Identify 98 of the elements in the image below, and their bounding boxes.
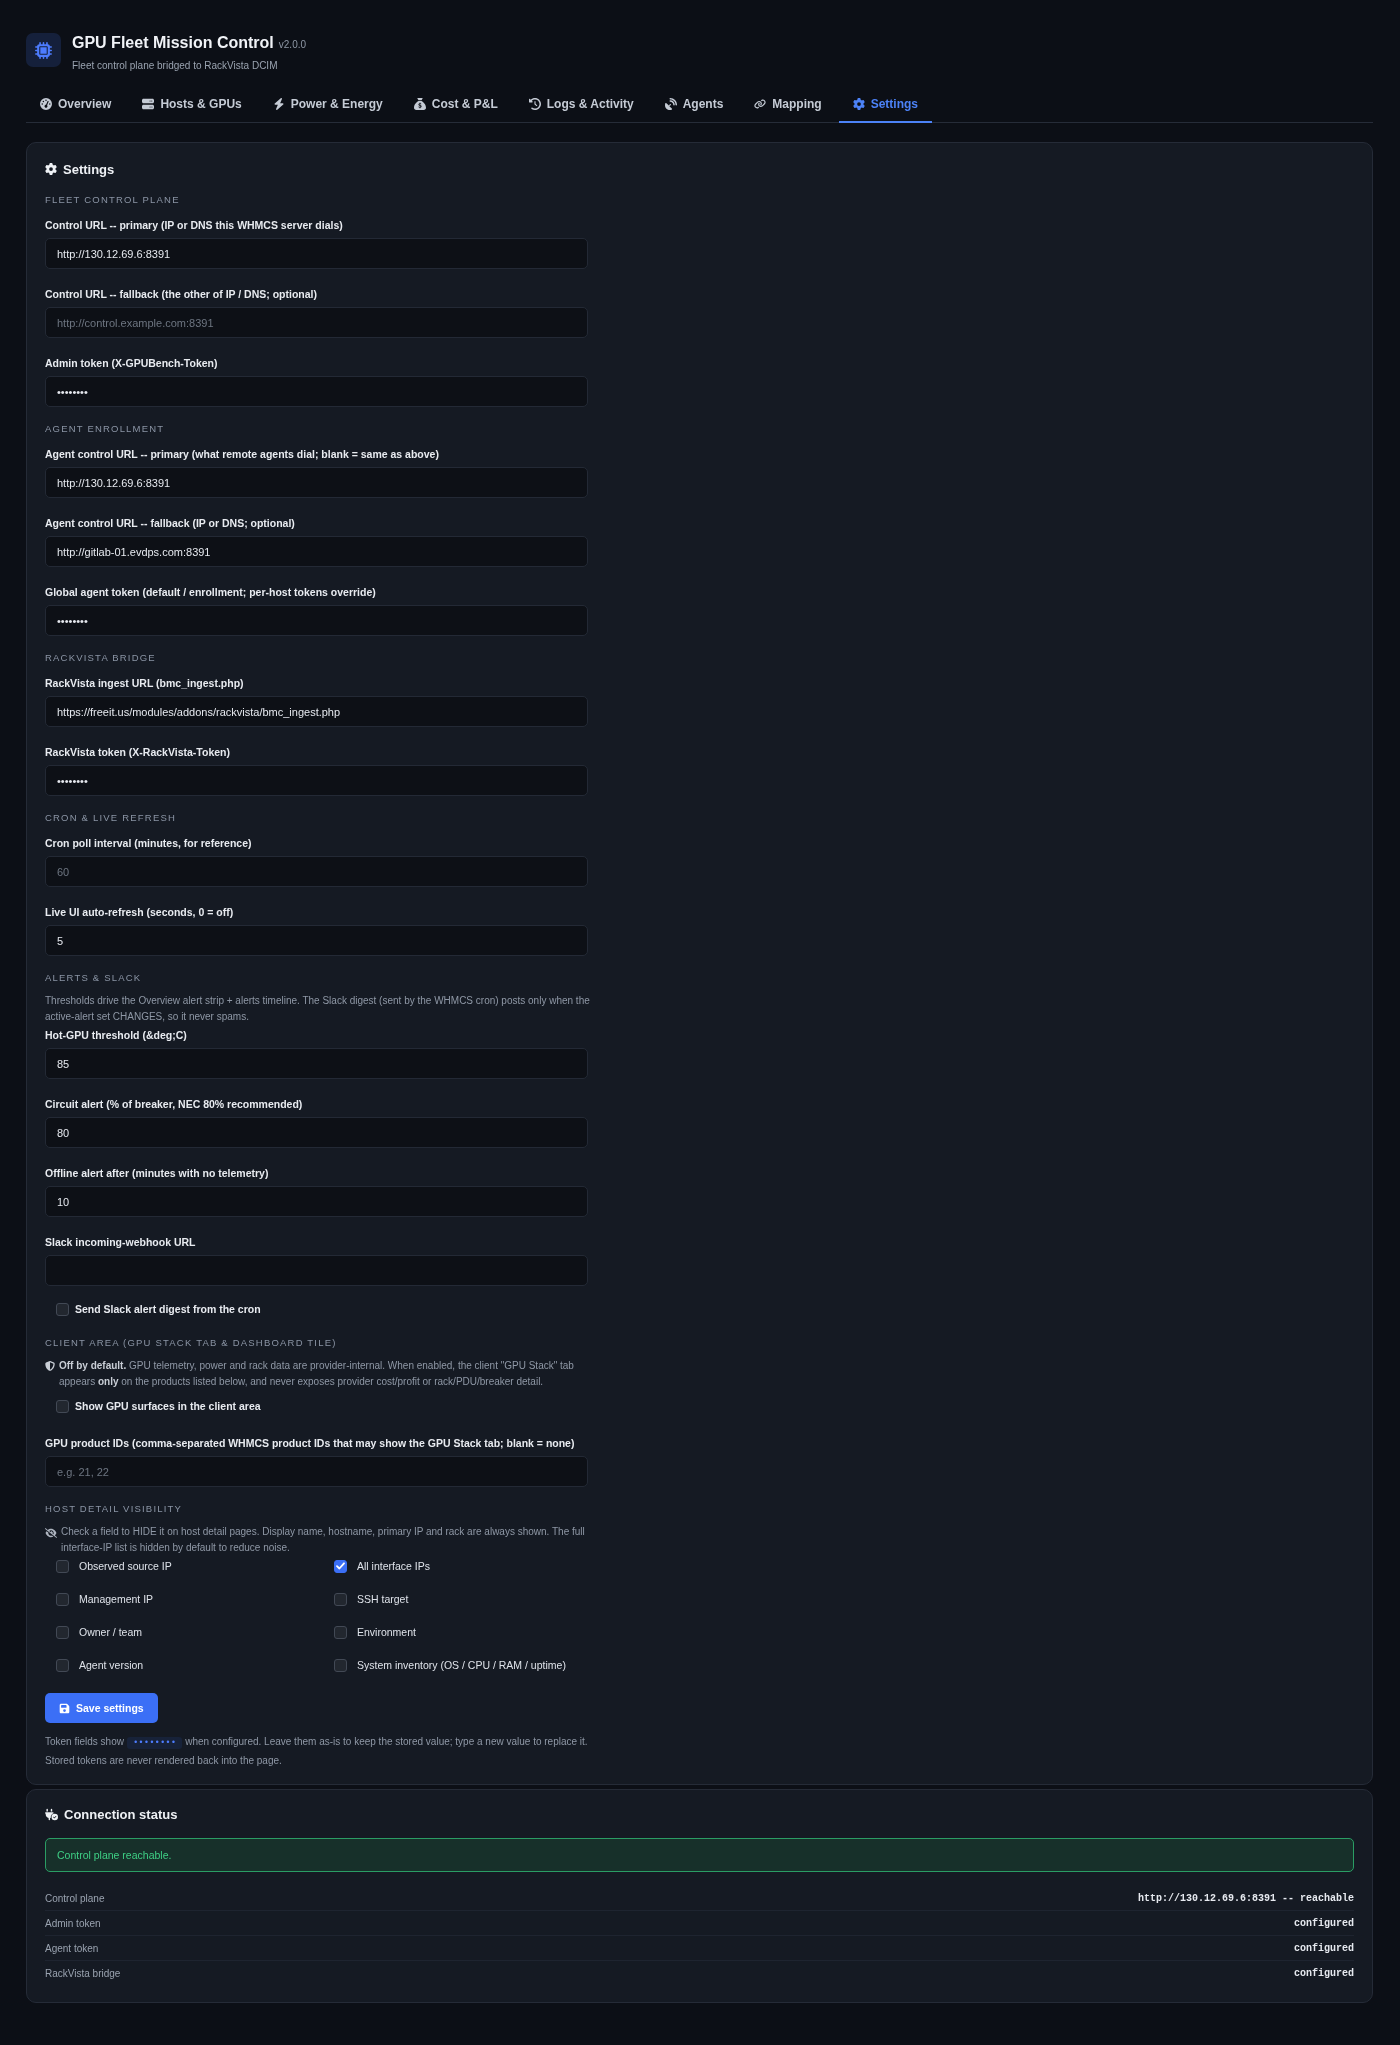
- eye-slash-icon: [45, 1527, 57, 1539]
- field-label: Agent control URL -- primary (what remote agents dial; blank = same as above): [45, 447, 439, 462]
- token-note: Token fields show •••••••• when configured. Leave them as-is to keep the stored value; type a new value to replace it. Stored tokens are never rendered back into the page.: [45, 1735, 589, 1768]
- app-title: GPU Fleet Mission Control: [72, 33, 274, 53]
- field-label: Global agent token (default / enrollment; per-host tokens override): [45, 585, 376, 600]
- input-field[interactable]: http://130.12.69.6:8391: [45, 467, 588, 498]
- input-field[interactable]: ••••••••: [45, 605, 588, 636]
- input-field[interactable]: 85: [45, 1048, 588, 1079]
- plug-check-icon: [45, 1807, 58, 1821]
- input-field[interactable]: 10: [45, 1186, 588, 1217]
- success-alert: Control plane reachable.: [45, 1838, 1354, 1872]
- field-label: Circuit alert (% of breaker, NEC 80% recommended): [45, 1097, 303, 1112]
- input-field[interactable]: http://130.12.69.6:8391: [45, 238, 588, 269]
- checkbox-label: Environment: [357, 1626, 416, 1638]
- field-label: RackVista token (X-RackVista-Token): [45, 745, 230, 760]
- status-label: Admin token: [45, 1917, 101, 1929]
- checkbox-label: SSH target: [357, 1593, 409, 1605]
- shield-icon: [45, 1361, 55, 1371]
- input-field[interactable]: 60: [45, 856, 588, 887]
- checkbox[interactable]: [334, 1592, 347, 1606]
- checkbox[interactable]: [334, 1658, 347, 1672]
- chip-icon: [26, 33, 61, 67]
- status-value: configured: [1294, 1942, 1354, 1954]
- checkbox[interactable]: [56, 1399, 69, 1413]
- field-label: Control URL -- fallback (the other of IP / DNS; optional): [45, 287, 318, 302]
- checkbox-label: All interface IPs: [357, 1560, 430, 1572]
- history-icon: [528, 98, 541, 110]
- checkbox[interactable]: [334, 1625, 347, 1639]
- section-heading: FLEET CONTROL PLANE: [45, 193, 181, 207]
- field-label: GPU product IDs (comma-separated WHMCS product IDs that may show the GPU Stack tab; blank = none): [45, 1436, 575, 1451]
- field-label: RackVista ingest URL (bmc_ingest.php): [45, 676, 244, 691]
- section-heading: CLIENT AREA (GPU STACK TAB & DASHBOARD TILE): [45, 1336, 338, 1350]
- checkbox[interactable]: [56, 1592, 69, 1606]
- nav-tab[interactable]: Cost & P&L: [399, 87, 512, 123]
- field-label: Control URL -- primary (IP or DNS this WHMCS server dials): [45, 218, 343, 233]
- note-text: Check a field to HIDE it on host detail pages. Display name, hostname, primary IP and rack are always shown. The full interface-IP list is hidden by default to reduce noise.: [61, 1525, 586, 1555]
- nav-tab[interactable]: Logs & Activity: [514, 87, 648, 123]
- version-label: v2.0.0: [278, 38, 307, 52]
- app-subtitle: Fleet control plane bridged to RackVista DCIM: [72, 59, 279, 73]
- section-heading: RACKVISTA BRIDGE: [45, 651, 157, 665]
- checkbox-label: Observed source IP: [79, 1560, 172, 1572]
- input-field[interactable]: [45, 1255, 588, 1286]
- input-field[interactable]: ••••••••: [45, 765, 588, 796]
- status-value: configured: [1294, 1917, 1354, 1929]
- field-label: Cron poll interval (minutes, for reference): [45, 836, 252, 851]
- checkmark-icon: [336, 1562, 345, 1570]
- note-text: Off by default. GPU telemetry, power and rack data are provider-internal. When enabled, the client "GPU Stack" tab appears only on the products listed below, and never exposes provider cost/profit or rack/PDU/breaker detail.: [59, 1359, 575, 1389]
- field-label: Agent control URL -- fallback (IP or DNS; optional): [45, 516, 295, 531]
- note-text: Thresholds drive the Overview alert strip + alerts timeline. The Slack digest (sent by the WHMCS cron) posts only when the active-alert set CHANGES, so it never spams.: [45, 994, 591, 1024]
- status-label: RackVista bridge: [45, 1968, 121, 1979]
- input-field[interactable]: 5: [45, 925, 588, 956]
- status-label: Control plane: [45, 1892, 105, 1904]
- section-heading: ALERTS & SLACK: [45, 971, 143, 985]
- input-field[interactable]: https://freeit.us/modules/addons/rackvista/bmc_ingest.php: [45, 696, 588, 727]
- server-icon: [142, 98, 155, 110]
- input-field[interactable]: 80: [45, 1117, 588, 1148]
- nav-tab[interactable]: Overview: [26, 87, 126, 123]
- section-heading: AGENT ENROLLMENT: [45, 422, 166, 436]
- save-button[interactable]: Save settings: [45, 1693, 158, 1723]
- nav-tab[interactable]: Settings: [838, 87, 932, 123]
- checkbox[interactable]: [56, 1625, 69, 1639]
- status-label: Agent token: [45, 1942, 99, 1954]
- checkbox-label: Agent version: [79, 1659, 144, 1671]
- money-bag-icon: [413, 98, 426, 110]
- field-label: Live UI auto-refresh (seconds, 0 = off): [45, 905, 234, 920]
- nav-tab[interactable]: Hosts & GPUs: [128, 87, 256, 123]
- settings-icon: [45, 163, 57, 175]
- field-label: Hot-GPU threshold (&deg;C): [45, 1028, 187, 1043]
- checkbox[interactable]: [56, 1559, 69, 1573]
- checkbox[interactable]: [334, 1559, 347, 1573]
- field-label: Admin token (X-GPUBench-Token): [45, 356, 218, 371]
- checkbox[interactable]: [56, 1302, 69, 1316]
- nav-tab[interactable]: Mapping: [740, 87, 836, 123]
- status-value: http://130.12.69.6:8391 -- reachable: [1137, 1892, 1354, 1904]
- checkbox-label: Management IP: [79, 1593, 154, 1605]
- checkbox[interactable]: [56, 1658, 69, 1672]
- nav-tab[interactable]: Agents: [650, 87, 738, 123]
- panel-title: Connection status: [64, 1806, 178, 1822]
- input-field[interactable]: http://gitlab-01.evdps.com:8391: [45, 536, 588, 567]
- link-icon: [754, 98, 767, 110]
- nav-tab[interactable]: Power & Energy: [258, 87, 397, 123]
- field-label: Offline alert after (minutes with no telemetry): [45, 1166, 269, 1181]
- settings-icon: [852, 98, 865, 110]
- checkbox-label: System inventory (OS / CPU / RAM / uptime): [357, 1659, 566, 1671]
- input-field[interactable]: e.g. 21, 22: [45, 1456, 588, 1487]
- checkbox-label: Send Slack alert digest from the cron: [75, 1303, 261, 1315]
- satellite-dish-icon: [664, 98, 677, 110]
- checkbox-label: Owner / team: [79, 1626, 143, 1638]
- section-heading: HOST DETAIL VISIBILITY: [45, 1502, 184, 1516]
- gauge-icon: [40, 98, 52, 110]
- input-field[interactable]: ••••••••: [45, 376, 588, 407]
- input-field[interactable]: http://control.example.com:8391: [45, 307, 588, 338]
- checkbox-label: Show GPU surfaces in the client area: [75, 1400, 261, 1412]
- lightning-bolt-icon: [272, 98, 285, 110]
- panel-title: Settings: [63, 161, 115, 177]
- status-value: configured: [1294, 1968, 1354, 1979]
- section-heading: CRON & LIVE REFRESH: [45, 811, 177, 825]
- field-label: Slack incoming-webhook URL: [45, 1235, 196, 1250]
